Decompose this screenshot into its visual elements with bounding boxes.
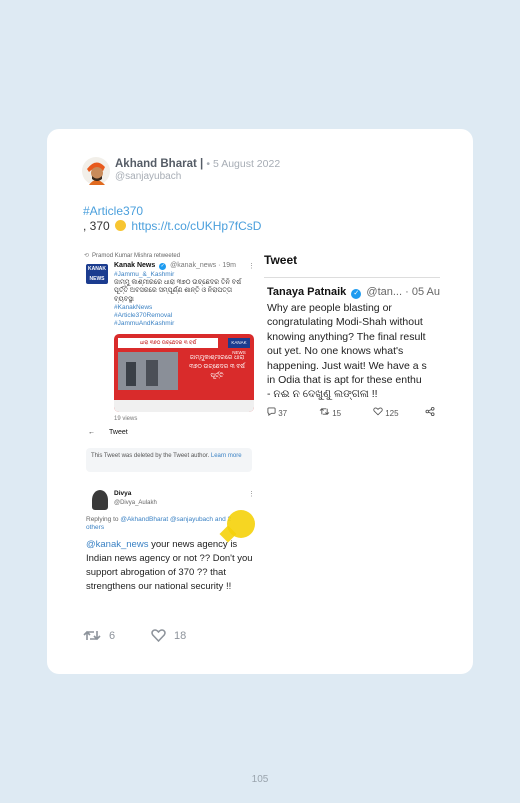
tweet-date: · 05 Au — [405, 286, 440, 298]
tweet-line: congratulating Modi-Shah without — [267, 316, 423, 329]
view-count: 19 views — [114, 416, 138, 422]
heart-icon — [151, 629, 166, 643]
kn-hashtag-kanaknews: #KanakNews — [114, 303, 153, 311]
reply-author-name: Divya — [114, 490, 132, 497]
tweet-author-name: Tanaya Patnaik — [267, 286, 347, 298]
kanak-news-header: Kanak News ✓ @kanak_news · 19m — [114, 262, 236, 270]
tweet-line: happening. Just wait! We have a s — [267, 359, 427, 372]
retweet-count: 15 — [332, 409, 342, 418]
back-arrow-icon: ← — [88, 429, 95, 436]
tweet-line: out yet. No one knows what's — [267, 345, 404, 358]
embedded-screenshot-right: Tweet Tanaya Patnaik ✓ @tan... · 05 Au W… — [262, 250, 440, 425]
embedded-screenshot-left: ⟲ Pramod Kumar Mishra retweeted KANAK NEW… — [84, 250, 255, 615]
hashtag-link[interactable]: #Article370 — [83, 204, 143, 218]
reply-mention: @kanak_news — [86, 539, 149, 550]
author-line: Akhand Bharat | • 5 August 2022 — [115, 158, 280, 170]
retweet-icon — [83, 630, 101, 641]
learn-more-link: Learn more — [210, 453, 242, 459]
tweet-line: Why are people blasting or — [267, 302, 392, 314]
back-label: Tweet — [109, 429, 128, 436]
tweet-body: Why are people blasting or congratulatin… — [267, 301, 440, 402]
reply-author-handle: @Divya_Aulakh — [114, 500, 157, 506]
author-separator: | — [200, 158, 204, 170]
reply-more-icon: ⋮ — [248, 491, 255, 498]
reply-icon — [267, 407, 276, 416]
post-date[interactable]: • 5 August 2022 — [206, 158, 280, 170]
tweet-header: Tweet — [264, 253, 298, 267]
news-thumbnail: ଧାରା ୩୭୦ ଉଚ୍ଛେଦର ୩ ବର୍ଷ KANAK NEWS ଜାମ୍ମ… — [114, 334, 254, 412]
retweet-icon: ⟲ — [84, 253, 90, 259]
kn-hashtag-removal: #Article370Removal — [114, 312, 173, 320]
retweet-count: 6 — [109, 630, 116, 642]
thinking-emoji-icon — [115, 220, 127, 231]
like-action: 125 — [373, 407, 399, 418]
reply-count: 37 — [278, 409, 288, 418]
heart-icon — [373, 407, 383, 416]
post-text: , 370 https://t.co/cUKHp7fCsD — [83, 219, 261, 233]
thumbnail-caption: ଜାମ୍ମୁକାଶ୍ମୀରରେ ଧାରା ୩୭୦ ଉଚ୍ଛେଦର ୩ ବର୍ଷ … — [189, 355, 245, 379]
verified-icon: ✓ — [351, 289, 362, 299]
kanak-news-name: Kanak News — [114, 262, 156, 269]
like-count: 125 — [385, 409, 399, 418]
kn-hashtag-jammu: #JammuAndKashmir — [114, 320, 175, 328]
tweet-back-row: ← Tweet — [88, 429, 128, 436]
tweet-line: knowing anything? The final result — [267, 330, 426, 343]
reply-action: 37 — [267, 407, 287, 418]
share-icon — [425, 407, 435, 416]
share-action — [425, 407, 435, 418]
deleted-text: This Tweet was deleted by the Tweet auth… — [91, 453, 210, 459]
retweet-indicator: ⟲ Pramod Kumar Mishra retweeted — [84, 252, 180, 259]
kanak-news-meta: @kanak_news · 19m — [170, 262, 237, 269]
reply-text: @kanak_news your news agency is Indian n… — [86, 538, 254, 594]
kanak-news-text: #Jammu_&_Kashmir ଜାମ୍ମୁ କାଶ୍ମୀରରେ ଧାରା ୩… — [114, 271, 252, 328]
kn-hashtag-jk: #Jammu_&_Kashmir — [114, 271, 175, 278]
avatar[interactable] — [81, 155, 111, 187]
like-count: 18 — [174, 630, 187, 642]
thumbnail-tag: KANAK NEWS — [228, 338, 250, 355]
more-icon: ⋮ — [248, 263, 255, 270]
kn-body-text: ଜାମ୍ମୁ କାଶ୍ମୀରରେ ଧାରା ୩୭୦ ଉଚ୍ଛେଦର ତିନି ବ… — [114, 279, 242, 303]
tweet-line: - ନଈ ନ ଦେଖୁଣୁ ଲଙ୍ଗଳା !! — [267, 388, 378, 401]
header-divider — [264, 277, 440, 278]
deleted-notice: This Tweet was deleted by the Tweet auth… — [86, 448, 252, 472]
thumbnail-stripe — [114, 400, 254, 412]
tweet-author-handle: @tan... — [366, 286, 403, 298]
page-number: 105 — [251, 774, 269, 785]
kanak-news-logo: KANAK NEWS — [86, 264, 108, 284]
like-stat[interactable]: 18 — [151, 629, 187, 643]
author-handle[interactable]: @sanjayubach — [115, 171, 181, 182]
reply-avatar — [92, 490, 108, 510]
thumbnail-photo — [118, 352, 178, 390]
retweet-action: 15 — [319, 407, 341, 418]
tweet-card: Akhand Bharat | • 5 August 2022 @sanjayu… — [47, 129, 473, 674]
retweet-icon — [319, 408, 330, 415]
replying-prefix: Replying to — [86, 516, 119, 523]
retweet-line-text: Pramod Kumar Mishra retweeted — [92, 253, 181, 259]
retweet-stat[interactable]: 6 — [83, 629, 115, 642]
verified-icon: ✓ — [159, 263, 167, 270]
post-text-prefix: , 370 — [83, 219, 110, 233]
tweet-line: in Odia that is apt for these enthu — [267, 374, 422, 387]
author-name[interactable]: Akhand Bharat — [115, 158, 197, 170]
post-link[interactable]: https://t.co/cUKHp7fCsD — [131, 219, 261, 233]
thumbnail-banner: ଧାରା ୩୭୦ ଉଚ୍ଛେଦର ୩ ବର୍ଷ — [118, 338, 218, 348]
tweet-author-line: Tanaya Patnaik ✓ @tan... · 05 Au — [267, 286, 440, 299]
